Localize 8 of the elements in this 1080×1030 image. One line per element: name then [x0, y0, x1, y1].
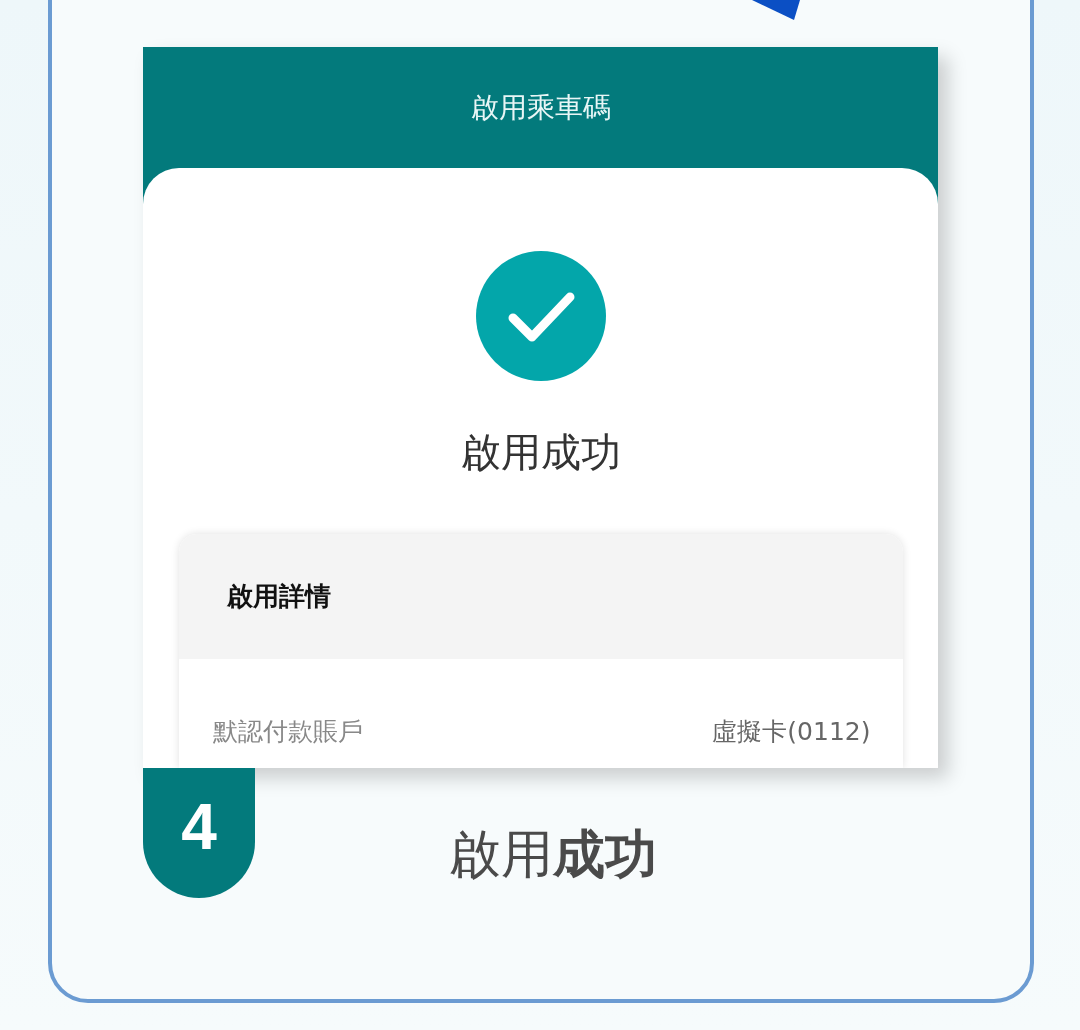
check-circle-icon [475, 251, 606, 381]
result-message: 啟用成功 [460, 428, 621, 477]
step-caption: 啟用成功 [449, 823, 657, 886]
details-title: 啟用詳情 [226, 580, 331, 613]
detail-value: 虛擬卡(0112) [712, 716, 871, 748]
step-number-badge: 4 [143, 768, 255, 898]
screen-title: 啟用乘車碼 [470, 89, 611, 126]
detail-label: 默認付款賬戶 [212, 716, 363, 748]
